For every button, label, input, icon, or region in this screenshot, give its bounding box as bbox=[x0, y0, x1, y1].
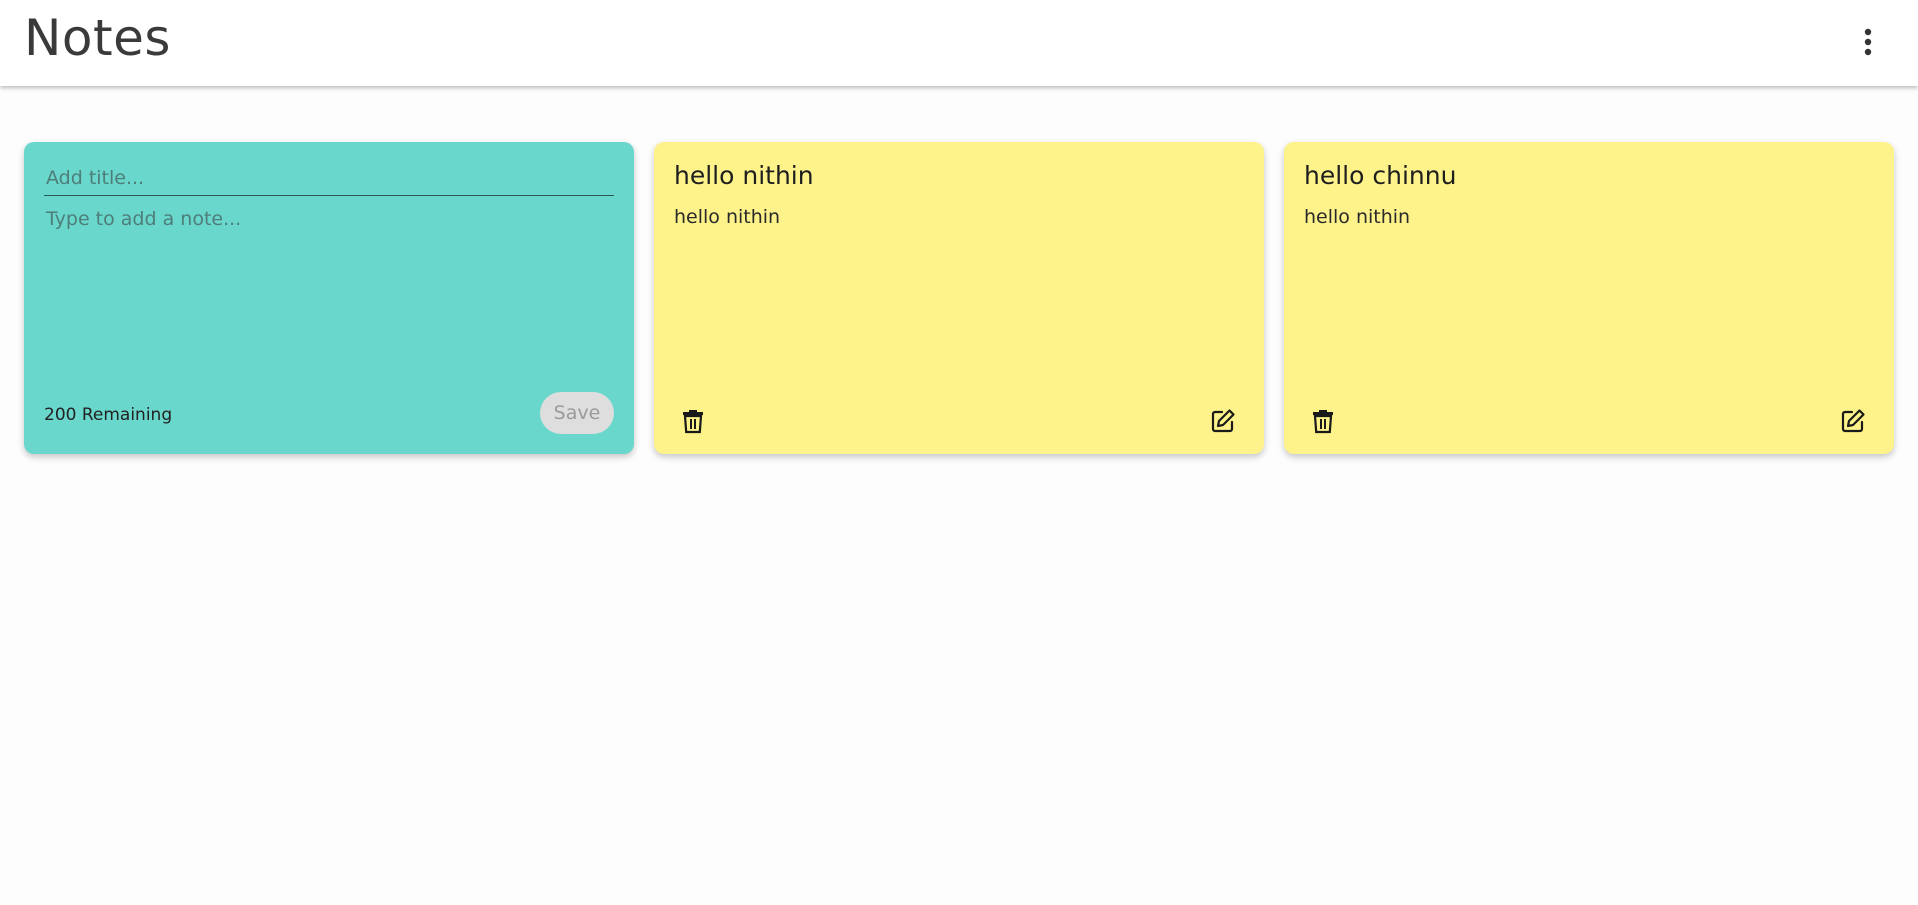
edit-note-button[interactable] bbox=[1206, 404, 1240, 438]
note-card: hello nithin hello nithin bbox=[654, 142, 1264, 454]
edit-icon bbox=[1211, 409, 1235, 433]
trash-icon bbox=[1313, 410, 1333, 434]
title-input[interactable] bbox=[44, 162, 614, 196]
delete-note-button[interactable] bbox=[1306, 404, 1340, 438]
more-options-button[interactable] bbox=[1850, 22, 1886, 62]
trash-icon bbox=[683, 410, 703, 434]
note-body: hello nithin bbox=[1304, 206, 1411, 228]
new-note-card: 200 Remaining Save bbox=[24, 142, 634, 454]
note-body: hello nithin bbox=[674, 206, 781, 228]
edit-note-button[interactable] bbox=[1836, 404, 1870, 438]
more-vert-icon bbox=[1864, 28, 1872, 56]
app-bar: Notes bbox=[0, 0, 1918, 86]
note-title: hello chinnu bbox=[1304, 161, 1457, 190]
app-title: Notes bbox=[24, 9, 171, 67]
delete-note-button[interactable] bbox=[676, 404, 710, 438]
edit-icon bbox=[1841, 409, 1865, 433]
note-title: hello nithin bbox=[674, 161, 814, 190]
save-button[interactable]: Save bbox=[540, 392, 614, 434]
note-textarea[interactable] bbox=[44, 204, 614, 354]
remaining-counter: 200 Remaining bbox=[44, 405, 173, 425]
note-card: hello chinnu hello nithin bbox=[1284, 142, 1894, 454]
